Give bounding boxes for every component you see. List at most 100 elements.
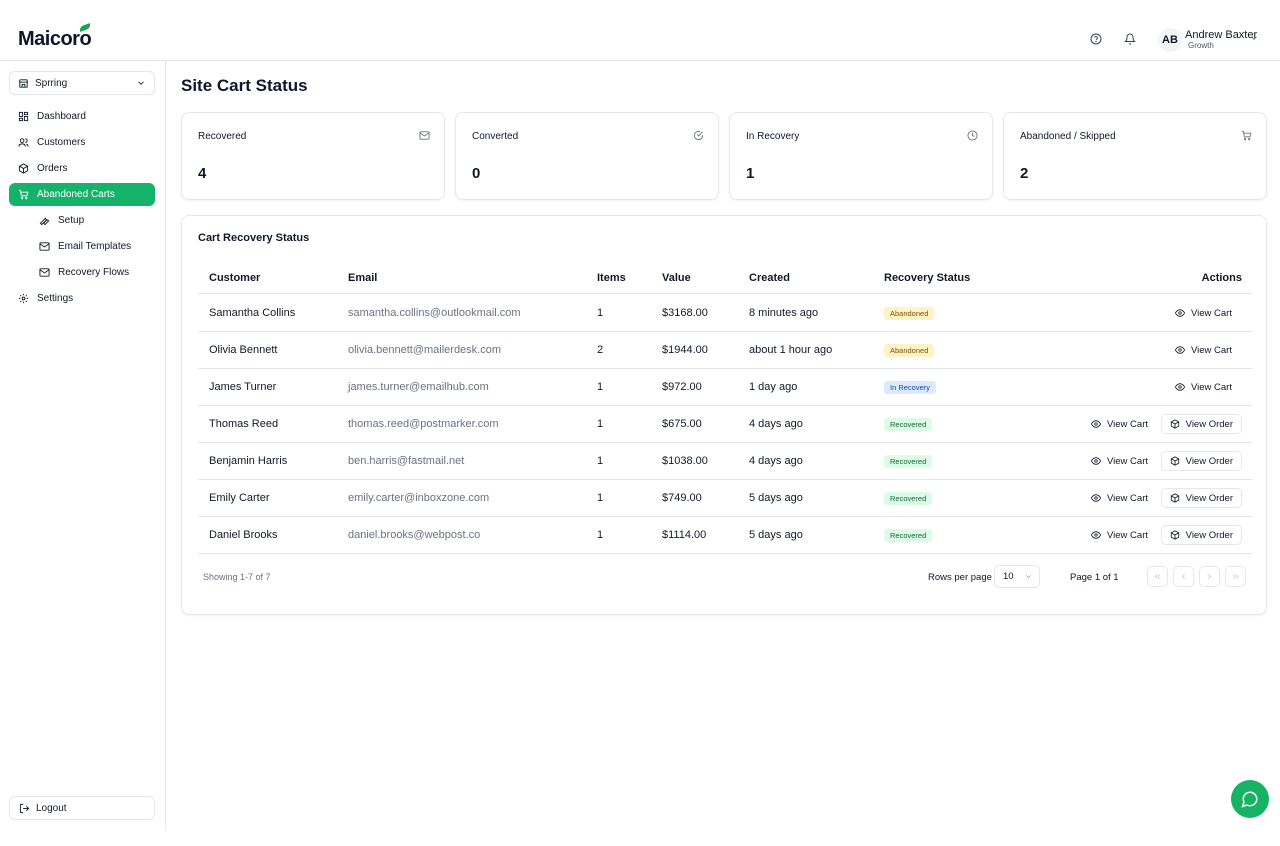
prev-page-button[interactable] bbox=[1173, 566, 1194, 587]
sidebar-item-dashboard[interactable]: Dashboard bbox=[9, 105, 155, 128]
table-row: James Turner james.turner@emailhub.com 1 $9… bbox=[198, 369, 1252, 406]
store-name: Sprring bbox=[35, 77, 68, 89]
stat-label: Converted bbox=[472, 131, 519, 142]
view-order-button[interactable]: View Order bbox=[1160, 488, 1242, 508]
mail-icon bbox=[39, 267, 50, 278]
customer-email: samantha.collins@outlookmail.com bbox=[348, 307, 521, 319]
customer-email: daniel.brooks@webpost.co bbox=[348, 529, 481, 541]
stat-card-recovered: Recovered 4 bbox=[181, 112, 445, 200]
view-order-button[interactable]: View Order bbox=[1160, 451, 1242, 471]
view-cart-button[interactable]: View Cart bbox=[1174, 303, 1232, 323]
sidebar-item-recovery-flows[interactable]: Recovery Flows bbox=[30, 261, 155, 284]
customer-name: Olivia Bennett bbox=[209, 344, 278, 356]
sidebar-item-label: Setup bbox=[58, 215, 85, 226]
cart-icon bbox=[18, 189, 29, 200]
view-cart-button[interactable]: View Cart bbox=[1091, 488, 1148, 508]
stat-value: 0 bbox=[472, 165, 481, 182]
table-footer: Showing 1-7 of 7 Rows per page 10 Page 1… bbox=[198, 565, 1252, 589]
stat-card-converted: Converted 0 bbox=[455, 112, 719, 200]
view-order-button[interactable]: View Order bbox=[1160, 525, 1242, 545]
avatar[interactable]: AB bbox=[1158, 28, 1182, 52]
customer-name: Emily Carter bbox=[209, 492, 270, 504]
item-count: 1 bbox=[597, 492, 604, 504]
table-row: Emily Carter emily.carter@inboxzone.com 1 $… bbox=[198, 480, 1252, 517]
chevron-down-icon[interactable] bbox=[1249, 33, 1259, 43]
user-role: Growth bbox=[1188, 41, 1214, 50]
status-badge: Abandoned bbox=[884, 344, 935, 357]
sidebar-item-customers[interactable]: Customers bbox=[9, 131, 155, 154]
customer-name: Benjamin Harris bbox=[209, 455, 288, 467]
eye-icon bbox=[1174, 382, 1185, 392]
mail-icon bbox=[419, 130, 430, 141]
item-count: 1 bbox=[597, 455, 604, 467]
table-header: Customer Email Items Value Created Recov… bbox=[198, 264, 1252, 294]
status-badge: Recovered bbox=[884, 455, 933, 468]
view-cart-button[interactable]: View Cart bbox=[1091, 525, 1148, 545]
check-circle-icon bbox=[693, 130, 704, 141]
box-icon bbox=[1170, 530, 1180, 540]
sidebar-item-orders[interactable]: Orders bbox=[9, 157, 155, 180]
chevron-down-icon bbox=[1024, 572, 1033, 581]
created-time: 5 days ago bbox=[749, 529, 803, 541]
status-badge: Recovered bbox=[884, 529, 933, 542]
wrench-icon bbox=[39, 215, 50, 226]
view-cart-label: View Cart bbox=[1107, 455, 1149, 467]
help-icon[interactable] bbox=[1088, 31, 1104, 47]
last-page-button[interactable] bbox=[1225, 566, 1246, 587]
customer-email: thomas.reed@postmarker.com bbox=[348, 418, 499, 430]
view-order-label: View Order bbox=[1185, 529, 1233, 541]
first-page-button[interactable] bbox=[1147, 566, 1168, 587]
table-row: Samantha Collins samantha.collins@outlook… bbox=[198, 295, 1252, 332]
logout-icon bbox=[19, 803, 30, 814]
view-cart-button[interactable]: View Cart bbox=[1091, 414, 1148, 434]
chevron-down-icon bbox=[136, 78, 146, 88]
table-row: Benjamin Harris ben.harris@fastmail.net 1 $… bbox=[198, 443, 1252, 480]
logout-button[interactable]: Logout bbox=[9, 796, 155, 820]
chevrons-right-icon bbox=[1232, 574, 1239, 579]
rows-per-page-select[interactable]: 10 bbox=[994, 565, 1040, 588]
cart-value: $1038.00 bbox=[662, 455, 708, 467]
mail-icon bbox=[39, 241, 50, 252]
view-order-label: View Order bbox=[1185, 492, 1233, 504]
chat-button[interactable] bbox=[1231, 780, 1269, 818]
cart-value: $675.00 bbox=[662, 418, 702, 430]
customer-name: James Turner bbox=[209, 381, 277, 393]
sidebar-item-label: Recovery Flows bbox=[58, 267, 130, 278]
logout-label: Logout bbox=[36, 802, 67, 814]
rows-per-page-label: Rows per page bbox=[928, 572, 992, 583]
sidebar-item-abandoned-carts[interactable]: Abandoned Carts bbox=[9, 183, 155, 206]
eye-icon bbox=[1091, 493, 1101, 503]
next-page-button[interactable] bbox=[1199, 566, 1220, 587]
created-time: 8 minutes ago bbox=[749, 307, 819, 319]
logo[interactable]: Maicoro bbox=[18, 23, 92, 51]
view-order-button[interactable]: View Order bbox=[1160, 414, 1242, 434]
sidebar-item-setup[interactable]: Setup bbox=[30, 209, 155, 232]
view-cart-button[interactable]: View Cart bbox=[1174, 377, 1232, 397]
view-cart-button[interactable]: View Cart bbox=[1091, 451, 1148, 471]
store-select[interactable]: Sprring bbox=[9, 71, 155, 95]
cart-icon bbox=[1241, 130, 1252, 141]
created-time: 5 days ago bbox=[749, 492, 803, 504]
column-header: Customer bbox=[209, 272, 261, 284]
gear-icon bbox=[18, 293, 29, 304]
customer-name: Samantha Collins bbox=[209, 307, 296, 319]
view-order-label: View Order bbox=[1185, 455, 1233, 467]
stat-card-in-recovery: In Recovery 1 bbox=[729, 112, 993, 200]
stat-label: In Recovery bbox=[746, 131, 800, 142]
page-title: Site Cart Status bbox=[181, 76, 308, 95]
grid-icon bbox=[18, 111, 29, 122]
column-header: Email bbox=[348, 272, 378, 284]
box-icon bbox=[18, 163, 29, 174]
customer-email: ben.harris@fastmail.net bbox=[348, 455, 465, 467]
cart-value: $972.00 bbox=[662, 381, 702, 393]
sidebar-item-label: Email Templates bbox=[58, 241, 132, 252]
sidebar-item-email-templates[interactable]: Email Templates bbox=[30, 235, 155, 258]
bell-icon[interactable] bbox=[1122, 31, 1138, 47]
stat-value: 2 bbox=[1020, 165, 1029, 182]
stat-label: Recovered bbox=[198, 131, 247, 142]
table-row: Daniel Brooks daniel.brooks@webpost.co 1 $1… bbox=[198, 517, 1252, 554]
sidebar-item-settings[interactable]: Settings bbox=[9, 287, 155, 310]
user-name[interactable]: Andrew Baxter bbox=[1185, 29, 1257, 41]
view-cart-label: View Cart bbox=[1107, 418, 1149, 430]
view-cart-button[interactable]: View Cart bbox=[1174, 340, 1232, 360]
